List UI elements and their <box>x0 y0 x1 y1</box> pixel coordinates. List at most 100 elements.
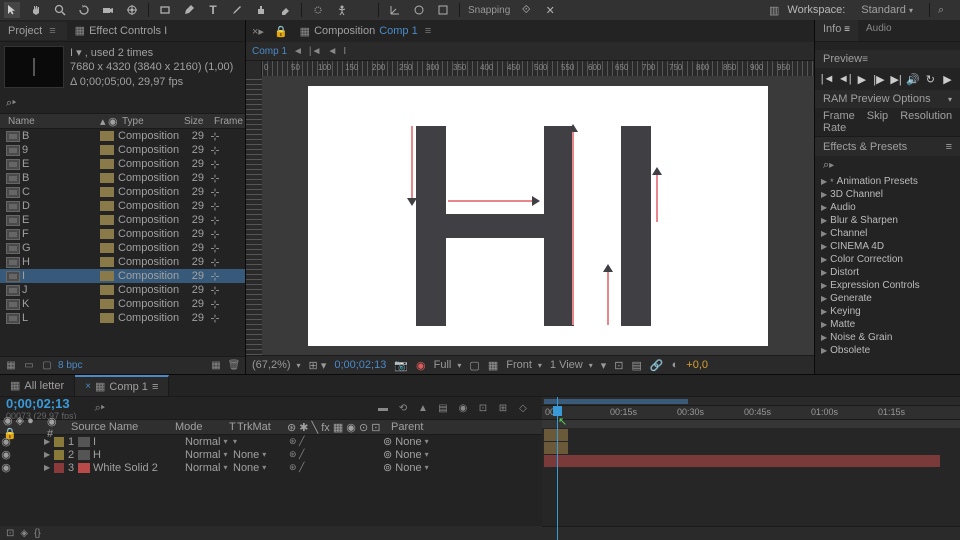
toggle-switches-icon[interactable]: ⊡ <box>6 528 14 539</box>
project-list[interactable]: BComposition29⊹9Composition29⊹ECompositi… <box>0 129 245 356</box>
tab-audio[interactable]: Audio <box>858 20 900 41</box>
tab-preview[interactable]: Preview ≡ <box>815 50 960 68</box>
tl-draft3d-icon[interactable]: ▲ <box>416 401 430 415</box>
type-tool-icon[interactable]: T <box>205 2 221 18</box>
project-item[interactable]: FComposition29⊹ <box>0 227 245 241</box>
camera-dropdown[interactable]: Front <box>506 359 542 371</box>
col-size[interactable]: Size <box>184 116 214 127</box>
project-item[interactable]: IComposition29⊹ <box>0 269 245 283</box>
source-name-col[interactable]: Source Name <box>68 421 172 433</box>
hand-tool-icon[interactable] <box>28 2 44 18</box>
tab-info[interactable]: Info ≡ <box>815 20 858 41</box>
ram-preview-options[interactable]: RAM Preview Options▾ <box>815 90 960 108</box>
ram-preview-icon[interactable]: ▶ <box>940 73 954 86</box>
exposure-value[interactable]: +0,0 <box>686 359 708 371</box>
zoom-dropdown[interactable]: (67,2%) <box>252 359 301 371</box>
loop-icon[interactable]: ↻ <box>923 73 937 86</box>
show-channel-icon[interactable]: ◉ <box>416 359 426 372</box>
pen-tool-icon[interactable] <box>181 2 197 18</box>
timeline-icon[interactable]: ▤ <box>632 359 642 372</box>
roto-brush-tool-icon[interactable] <box>310 2 326 18</box>
mute-icon[interactable]: 🔊 <box>906 73 920 86</box>
timeline-layers[interactable]: ◉▶1INormal▾ ▾⊛ ╱⊚ None ▾◉▶2HNormal▾None … <box>0 435 542 526</box>
tab-composition[interactable]: ▦ Composition Comp 1 ≡ <box>292 22 443 41</box>
trkmat-col[interactable]: TrkMat <box>234 421 284 433</box>
tl-autokey-icon[interactable]: ◇ <box>516 401 530 415</box>
effect-category[interactable]: ▶Obsolete <box>815 344 960 357</box>
composition-viewer[interactable] <box>262 76 814 355</box>
rectangle-tool-icon[interactable] <box>157 2 173 18</box>
col-frame[interactable]: Frame <box>214 116 244 127</box>
effect-category[interactable]: ▶Audio <box>815 201 960 214</box>
axis-view-icon[interactable] <box>435 2 451 18</box>
layer-bar-1[interactable] <box>544 429 568 441</box>
layer-marker-icon[interactable]: ×▸ <box>246 22 270 41</box>
snap-option-icon[interactable]: ✕ <box>542 2 558 18</box>
mode-col[interactable]: Mode <box>172 421 226 433</box>
toggle-in-out-icon[interactable]: {} <box>34 528 41 539</box>
col-type[interactable]: Type <box>122 116 184 127</box>
pan-behind-tool-icon[interactable] <box>124 2 140 18</box>
snapshot-icon[interactable]: 📷 <box>394 359 408 372</box>
project-column-headers[interactable]: Name ▴ ◉ Type Size Frame <box>0 113 245 129</box>
pixel-aspect-icon[interactable]: ▾ <box>601 359 607 372</box>
roi-icon[interactable]: ▢ <box>469 359 479 372</box>
axis-local-icon[interactable] <box>387 2 403 18</box>
selection-tool-icon[interactable] <box>4 2 20 18</box>
lock-icon[interactable]: 🔒 <box>270 22 292 41</box>
effects-presets-header[interactable]: Effects & Presets≡ <box>815 136 960 156</box>
col-label-icon[interactable]: ◉ <box>108 115 122 128</box>
bpc-indicator[interactable]: 8 bpc <box>58 360 82 371</box>
effect-category[interactable]: ▶3D Channel <box>815 188 960 201</box>
timeline-navigator[interactable] <box>542 397 960 406</box>
current-time[interactable]: 0;00;02;13 <box>334 359 386 371</box>
toggle-modes-icon[interactable]: ◈ <box>20 528 28 539</box>
project-search[interactable]: ⌕▸ <box>0 94 245 113</box>
views-dropdown[interactable]: 1 View <box>550 359 593 371</box>
cf-resolution-icon[interactable]: ⊞ ▾ <box>309 359 327 372</box>
layer-bar-2[interactable] <box>544 442 568 454</box>
timeline-ruler[interactable]: 00s00:15s00:30s00:45s01:00s01:15s <box>542 406 960 420</box>
nav-next-icon[interactable]: ◄ <box>327 46 337 57</box>
timeline-layer[interactable]: ◉▶3White Solid 2Normal▾None ▾⊛ ╱⊚ None ▾ <box>0 461 542 474</box>
effect-category[interactable]: ▶Color Correction <box>815 253 960 266</box>
tab-effect-controls[interactable]: ▦ Effect Controls I <box>67 21 175 40</box>
last-frame-icon[interactable]: ▶| <box>889 73 903 86</box>
parent-col[interactable]: Parent <box>388 421 448 433</box>
clone-stamp-tool-icon[interactable] <box>253 2 269 18</box>
effects-search[interactable]: ⌕▸ <box>815 156 960 175</box>
delete-icon[interactable]: 🗑 <box>227 359 241 373</box>
nav-end-icon[interactable]: I <box>343 46 346 57</box>
project-item[interactable]: JComposition29⊹ <box>0 283 245 297</box>
timeline-search-icon[interactable]: ⌕▸ <box>95 402 105 415</box>
resolution-dropdown[interactable]: Full <box>434 359 462 371</box>
brush-tool-icon[interactable] <box>229 2 245 18</box>
tl-shy-icon[interactable]: ⟲ <box>396 401 410 415</box>
puppet-tool-icon[interactable] <box>334 2 350 18</box>
comp-name[interactable]: Comp 1 <box>252 46 287 57</box>
snap-toggle-icon[interactable]: ⟐ <box>518 2 534 18</box>
effect-category[interactable]: ▶Expression Controls <box>815 279 960 292</box>
timeline-timecode[interactable]: 0;00;02;13 <box>6 396 77 411</box>
project-item[interactable]: CComposition29⊹ <box>0 185 245 199</box>
effect-category[interactable]: ▶CINEMA 4D <box>815 240 960 253</box>
fast-preview-icon[interactable]: ⊡ <box>614 359 623 372</box>
effect-category[interactable]: ▶Noise & Grain <box>815 331 960 344</box>
effect-category[interactable]: ▶Distort <box>815 266 960 279</box>
effects-presets-list[interactable]: ▶* Animation Presets▶3D Channel▶Audio▶Bl… <box>815 175 960 374</box>
new-folder-icon[interactable]: ▢ <box>40 359 54 373</box>
tab-comp-1[interactable]: × ▦ Comp 1 ≡ <box>75 375 169 396</box>
effect-category[interactable]: ▶Blur & Sharpen <box>815 214 960 227</box>
effect-category[interactable]: ▶Channel <box>815 227 960 240</box>
flowchart-icon[interactable]: 🔗 <box>650 359 664 372</box>
camera-tool-icon[interactable] <box>100 2 116 18</box>
first-frame-icon[interactable]: |◄ <box>821 73 835 85</box>
tl-brainstorm-icon[interactable]: ⊡ <box>476 401 490 415</box>
tl-motion-blur-icon[interactable]: ◉ <box>456 401 470 415</box>
next-frame-icon[interactable]: |▶ <box>872 73 886 86</box>
tl-graph-icon[interactable]: ⊞ <box>496 401 510 415</box>
effect-category[interactable]: ▶* Animation Presets <box>815 175 960 188</box>
help-search-icon[interactable]: ⌕ <box>938 4 956 17</box>
workspace-dropdown[interactable]: Standard ▾ <box>853 2 921 18</box>
rotate-tool-icon[interactable] <box>76 2 92 18</box>
